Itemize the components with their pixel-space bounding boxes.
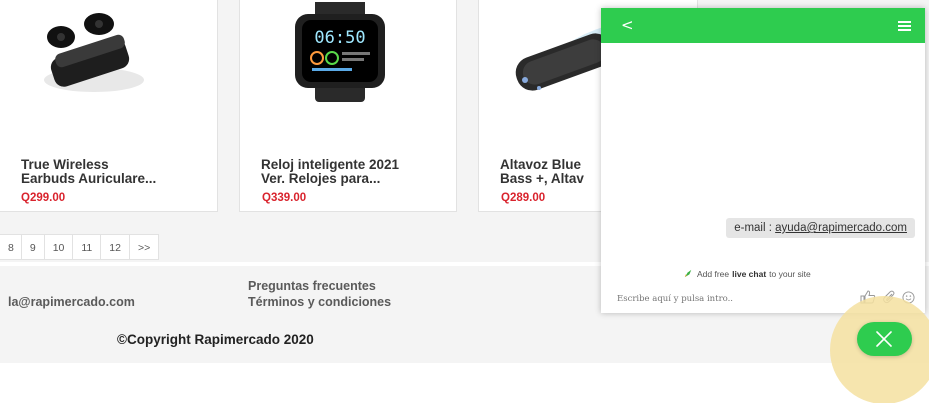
product-price: Q339.00 [262,192,307,204]
footer-terms-link[interactable]: Términos y condiciones [248,295,391,309]
earbuds-image[interactable] [0,0,217,140]
hamburger-menu-icon[interactable] [898,21,911,31]
footer-email-link[interactable]: la@rapimercado.com [8,295,135,309]
product-card[interactable]: True Wireless Earbuds Auriculare... Q299… [0,0,218,212]
chat-promo[interactable]: Add free live chat to your site [683,268,811,279]
promo-prefix: Add free [697,268,730,279]
promo-live-chat: live chat [732,268,767,279]
close-icon [876,331,892,347]
copyright-text: ©Copyright Rapimercado 2020 [117,332,314,347]
page-button-10[interactable]: 10 [44,234,74,260]
page-button-12[interactable]: 12 [101,234,130,260]
footer-faq-link[interactable]: Preguntas frecuentes [248,279,376,293]
chat-message-input[interactable] [617,294,807,304]
product-title[interactable]: Reloj inteligente 2021 Ver. Relojes para… [261,158,441,186]
page-button-8[interactable]: 8 [0,234,22,260]
chat-message-prefix: e-mail : [734,222,776,234]
product-card[interactable]: 06:50 Reloj inteligente 2021 Ver. Reloje… [239,0,457,212]
product-title[interactable]: True Wireless Earbuds Auriculare... [21,158,201,186]
chat-widget: < e-mail : ayuda@rapimercado.com Add fre… [601,8,925,313]
page-button-11[interactable]: 11 [73,234,102,260]
chat-back-button[interactable]: < [621,16,634,34]
promo-suffix: to your site [769,268,811,279]
pagination: 8 9 10 11 12 >> [0,234,160,260]
product-price: Q289.00 [501,192,546,204]
watch-time-label: 06:50 [314,28,365,48]
chat-message: e-mail : ayuda@rapimercado.com [726,218,915,238]
page-button-9[interactable]: 9 [21,234,45,260]
rocket-icon [684,269,692,278]
product-price: Q299.00 [21,192,66,204]
chat-close-button[interactable] [857,322,912,356]
page-button-next[interactable]: >> [129,234,160,260]
smartwatch-image[interactable]: 06:50 [240,0,456,140]
chat-header: < [601,8,925,43]
support-email-link[interactable]: ayuda@rapimercado.com [775,222,907,234]
